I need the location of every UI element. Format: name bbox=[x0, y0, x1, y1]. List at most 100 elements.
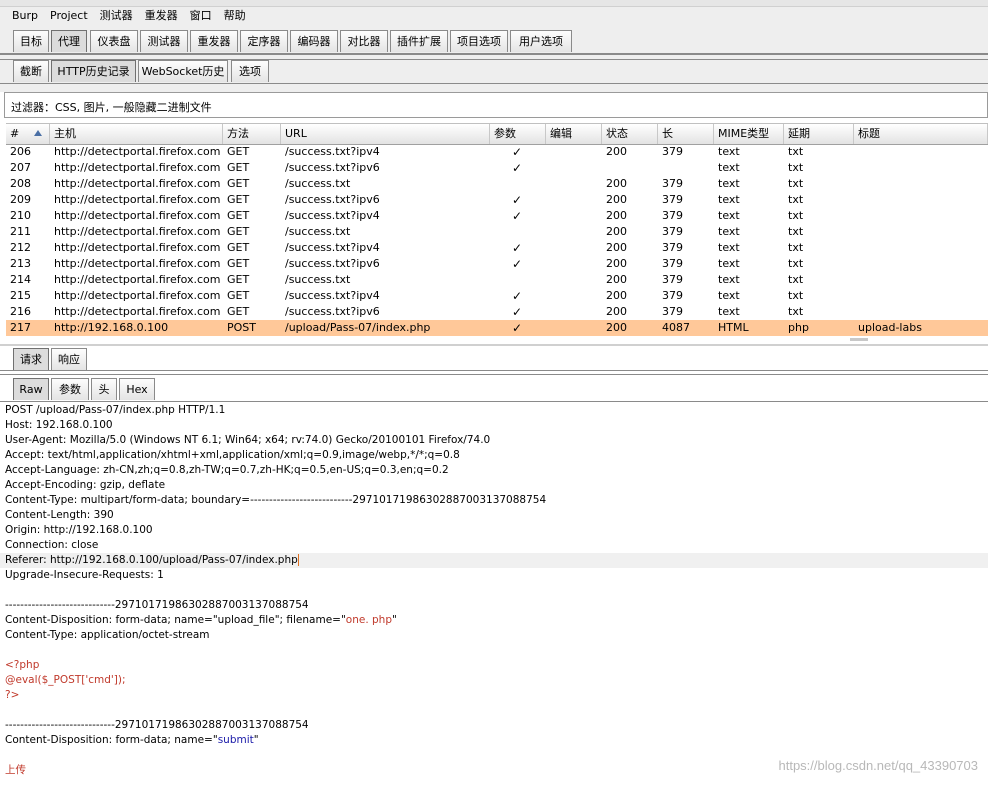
table-cell: http://detectportal.firefox.com bbox=[54, 209, 221, 222]
table-cell: http://detectportal.firefox.com bbox=[54, 177, 221, 190]
table-cell: text bbox=[718, 305, 740, 318]
table-cell: 200 bbox=[606, 273, 627, 286]
column-header[interactable]: # bbox=[6, 124, 50, 144]
main-tab[interactable]: 目标 bbox=[13, 30, 49, 52]
column-header[interactable]: 标题 bbox=[854, 124, 988, 144]
table-scroll-grip[interactable] bbox=[850, 338, 868, 341]
table-cell: HTML bbox=[718, 321, 749, 334]
table-cell: text bbox=[718, 241, 740, 254]
table-cell bbox=[858, 288, 988, 304]
table-cell: txt bbox=[788, 305, 804, 318]
main-tab[interactable]: 代理 bbox=[51, 30, 87, 52]
table-cell: 207 bbox=[10, 161, 31, 174]
raw-line: Origin: http://192.168.0.100 bbox=[5, 524, 153, 536]
main-tab[interactable]: 编码器 bbox=[290, 30, 338, 52]
view-tab[interactable]: Raw bbox=[13, 378, 49, 400]
filter-bar[interactable]: 过滤器：CSS, 图片, 一般隐藏二进制文件 bbox=[4, 92, 988, 118]
proxy-tab[interactable]: 选项 bbox=[231, 60, 269, 82]
main-tab[interactable]: 测试器 bbox=[140, 30, 188, 52]
table-row[interactable]: 216 http://detectportal.firefox.com GET/su… bbox=[6, 304, 988, 320]
column-header[interactable]: 参数 bbox=[490, 124, 546, 144]
column-header[interactable]: 延期 bbox=[784, 124, 854, 144]
table-cell: /success.txt?ipv4 bbox=[285, 241, 380, 254]
table-cell: 211 bbox=[10, 225, 31, 238]
table-row[interactable]: 212 http://detectportal.firefox.com GET/su… bbox=[6, 240, 988, 256]
request-response-tab[interactable]: 请求 bbox=[13, 348, 49, 370]
column-header[interactable]: 编辑 bbox=[546, 124, 602, 144]
table-cell bbox=[550, 272, 602, 288]
column-header[interactable]: 方法 bbox=[223, 124, 281, 144]
table-row[interactable]: 209 http://detectportal.firefox.com GET/su… bbox=[6, 192, 988, 208]
table-cell: txt bbox=[788, 193, 804, 206]
main-tab[interactable]: 插件扩展 bbox=[390, 30, 448, 52]
main-tab[interactable]: 项目选项 bbox=[450, 30, 508, 52]
main-tab[interactable]: 仪表盘 bbox=[90, 30, 138, 52]
table-row[interactable]: 217 http://192.168.0.100 POST/upload/Pass-… bbox=[6, 320, 988, 336]
table-cell bbox=[858, 272, 988, 288]
raw-line: 上传 bbox=[5, 764, 26, 776]
menu-item[interactable]: Project bbox=[44, 9, 94, 23]
split-divider[interactable] bbox=[0, 344, 988, 346]
column-header[interactable]: 长 bbox=[658, 124, 714, 144]
table-cell: http://detectportal.firefox.com bbox=[54, 257, 221, 270]
raw-line: Accept-Language: zh-CN,zh;q=0.8,zh-TW;q=… bbox=[5, 464, 449, 476]
request-response-tab-row: 请求 响应 bbox=[0, 348, 988, 372]
table-row[interactable]: 214 http://detectportal.firefox.com GET/su… bbox=[6, 272, 988, 288]
menu-item[interactable]: 帮助 bbox=[218, 9, 252, 23]
table-cell: txt bbox=[788, 289, 804, 302]
sort-ascending-icon bbox=[34, 130, 42, 136]
view-tab[interactable]: 头 bbox=[91, 378, 117, 400]
proxy-tab[interactable]: 截断 bbox=[13, 60, 49, 82]
proxy-tab[interactable]: WebSocket历史 bbox=[138, 60, 228, 82]
table-cell bbox=[858, 160, 988, 176]
menu-item[interactable]: 测试器 bbox=[94, 9, 139, 23]
table-row[interactable]: 211 http://detectportal.firefox.com GET/su… bbox=[6, 224, 988, 240]
proxy-tab[interactable]: HTTP历史记录 bbox=[51, 60, 136, 82]
table-cell: 215 bbox=[10, 289, 31, 302]
table-row[interactable]: 207 http://detectportal.firefox.com GET/su… bbox=[6, 160, 988, 176]
table-row[interactable]: 215 http://detectportal.firefox.com GET/su… bbox=[6, 288, 988, 304]
table-cell bbox=[858, 176, 988, 192]
column-header[interactable]: 主机 bbox=[50, 124, 223, 144]
table-row[interactable]: 210 http://detectportal.firefox.com GET/su… bbox=[6, 208, 988, 224]
table-cell: /success.txt?ipv6 bbox=[285, 305, 380, 318]
menu-item[interactable]: Burp bbox=[6, 9, 44, 23]
table-row[interactable]: 213 http://detectportal.firefox.com GET/su… bbox=[6, 256, 988, 272]
main-tab[interactable]: 用户选项 bbox=[510, 30, 572, 52]
menu-item[interactable]: 重发器 bbox=[139, 9, 184, 23]
raw-request-editor[interactable]: POST /upload/Pass-07/index.php HTTP/1.1 H… bbox=[0, 403, 988, 786]
column-header[interactable]: 状态 bbox=[602, 124, 658, 144]
table-cell: txt bbox=[788, 177, 804, 190]
table-cell bbox=[550, 304, 602, 320]
table-cell: 214 bbox=[10, 273, 31, 286]
column-header[interactable]: MIME类型 bbox=[714, 124, 784, 144]
table-cell: 379 bbox=[662, 289, 683, 302]
table-cell: /success.txt bbox=[285, 225, 351, 238]
main-tab[interactable]: 定序器 bbox=[240, 30, 288, 52]
column-header[interactable]: URL bbox=[281, 124, 490, 144]
request-response-tab[interactable]: 响应 bbox=[51, 348, 87, 370]
watermark: https://blog.csdn.net/qq_43390703 bbox=[778, 758, 979, 773]
view-tab[interactable]: Hex bbox=[119, 378, 155, 400]
table-cell: text bbox=[718, 209, 740, 222]
table-cell: GET bbox=[227, 241, 250, 254]
table-cell: http://detectportal.firefox.com bbox=[54, 145, 221, 158]
table-row[interactable]: 206 http://detectportal.firefox.com GET/su… bbox=[6, 144, 988, 160]
raw-text: Content-Disposition: form-data; name="up… bbox=[5, 614, 346, 626]
view-tab[interactable]: 参数 bbox=[51, 378, 89, 400]
filter-text: 过滤器：CSS, 图片, 一般隐藏二进制文件 bbox=[11, 101, 212, 114]
table-cell: 200 bbox=[606, 241, 627, 254]
menu-item[interactable]: 窗口 bbox=[184, 9, 218, 23]
table-row[interactable]: 208 http://detectportal.firefox.com GET/su… bbox=[6, 176, 988, 192]
main-tab[interactable]: 重发器 bbox=[190, 30, 238, 52]
raw-line: Host: 192.168.0.100 bbox=[5, 419, 113, 431]
table-cell: 200 bbox=[606, 321, 627, 334]
table-cell: 206 bbox=[10, 145, 31, 158]
table-cell: 379 bbox=[662, 241, 683, 254]
table-cell: /success.txt bbox=[285, 177, 351, 190]
text-caret bbox=[297, 554, 299, 566]
table-cell bbox=[550, 320, 602, 336]
main-tab[interactable]: 对比器 bbox=[340, 30, 388, 52]
window-title-strip bbox=[0, 0, 988, 7]
table-cell: text bbox=[718, 257, 740, 270]
